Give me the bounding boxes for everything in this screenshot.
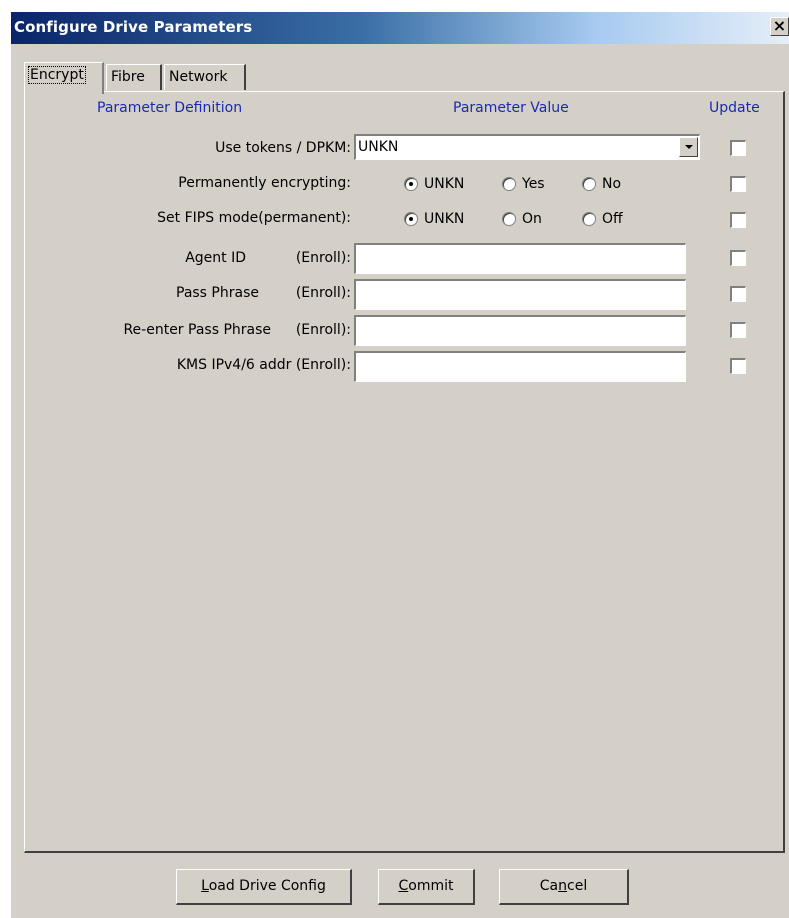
- agent-id-input[interactable]: [354, 243, 686, 274]
- update-checkbox-fips[interactable]: [730, 212, 746, 228]
- pass-phrase-input[interactable]: [354, 279, 686, 310]
- tab-network[interactable]: Network: [164, 64, 246, 90]
- label-use-tokens: Use tokens / DPKM:: [215, 140, 351, 156]
- label-reenter-pass-phrase: Re-enter Pass Phrase: [123, 322, 271, 338]
- radio-perm-yes-label: Yes: [522, 176, 545, 192]
- load-drive-config-button[interactable]: Load Drive Config: [176, 869, 352, 905]
- update-checkbox-pass-phrase[interactable]: [730, 286, 746, 302]
- label-fips-mode: Set FIPS mode(permanent):: [157, 210, 351, 226]
- encrypt-panel: Parameter Definition Parameter Value Upd…: [24, 91, 785, 853]
- commit-button-label: ommit: [408, 878, 454, 894]
- label-agent-id: Agent ID: [185, 250, 246, 266]
- radio-unselected-icon: [582, 212, 596, 226]
- dialog-title: Configure Drive Parameters: [14, 18, 253, 36]
- commit-button[interactable]: Commit: [378, 869, 475, 905]
- radio-perm-unkn-label: UNKN: [424, 176, 465, 192]
- radio-fips-unkn-label: UNKN: [424, 211, 465, 227]
- tab-encrypt-label: Encrypt: [28, 66, 86, 84]
- cancel-button[interactable]: Cancel: [499, 869, 629, 905]
- update-checkbox-reenter-pass[interactable]: [730, 322, 746, 338]
- update-checkbox-kms-addr[interactable]: [730, 358, 746, 374]
- kms-addr-input[interactable]: [354, 351, 686, 382]
- update-checkbox-perm-encrypt[interactable]: [730, 176, 746, 192]
- radio-fips-off-label: Off: [602, 211, 623, 227]
- label-kms-addr: KMS IPv4/6 addr (Enroll):: [176, 357, 351, 373]
- title-bar[interactable]: Configure Drive Parameters ×: [11, 12, 789, 44]
- radio-selected-icon: [404, 177, 418, 191]
- header-parameter-value: Parameter Value: [453, 100, 569, 116]
- tab-encrypt[interactable]: Encrypt: [24, 62, 104, 94]
- radio-fips-on-label: On: [522, 211, 542, 227]
- tab-fibre[interactable]: Fibre: [106, 64, 162, 90]
- radio-selected-icon: [404, 212, 418, 226]
- load-button-label: oad Drive Config: [208, 878, 326, 894]
- label-pass-phrase: Pass Phrase: [176, 285, 259, 301]
- update-checkbox-agent-id[interactable]: [730, 250, 746, 266]
- commit-button-mnemonic: C: [398, 878, 409, 894]
- tab-fibre-label: Fibre: [111, 69, 145, 85]
- tab-network-label: Network: [169, 69, 228, 85]
- chevron-down-icon[interactable]: [679, 137, 698, 157]
- close-icon[interactable]: ×: [770, 17, 789, 36]
- tokens-dpkm-combobox[interactable]: UNKN: [354, 134, 700, 160]
- load-button-mnemonic: L: [201, 878, 209, 894]
- radio-unselected-icon: [502, 212, 516, 226]
- header-update: Update: [709, 100, 760, 116]
- cancel-button-mnemonic: n: [558, 878, 568, 894]
- cancel-button-label-pre: Ca: [539, 878, 559, 894]
- label-permanently-encrypting: Permanently encrypting:: [178, 175, 351, 191]
- permanently-encrypting-radio-group: UNKN Yes No: [404, 175, 664, 195]
- radio-unselected-icon: [582, 177, 596, 191]
- reenter-pass-phrase-input[interactable]: [354, 315, 686, 346]
- tokens-dpkm-value: UNKN: [358, 139, 399, 155]
- header-parameter-definition: Parameter Definition: [97, 100, 243, 116]
- label-reenter-pass-phrase-suffix: (Enroll):: [295, 322, 351, 338]
- label-agent-id-suffix: (Enroll):: [295, 250, 351, 266]
- cancel-button-label: cel: [567, 878, 588, 894]
- fips-mode-radio-group: UNKN On Off: [404, 210, 664, 230]
- label-pass-phrase-suffix: (Enroll):: [295, 285, 351, 301]
- configure-drive-parameters-dialog: Configure Drive Parameters × Encrypt Fib…: [11, 12, 789, 918]
- update-checkbox-tokens[interactable]: [730, 140, 746, 156]
- radio-perm-no-label: No: [602, 176, 622, 192]
- radio-unselected-icon: [502, 177, 516, 191]
